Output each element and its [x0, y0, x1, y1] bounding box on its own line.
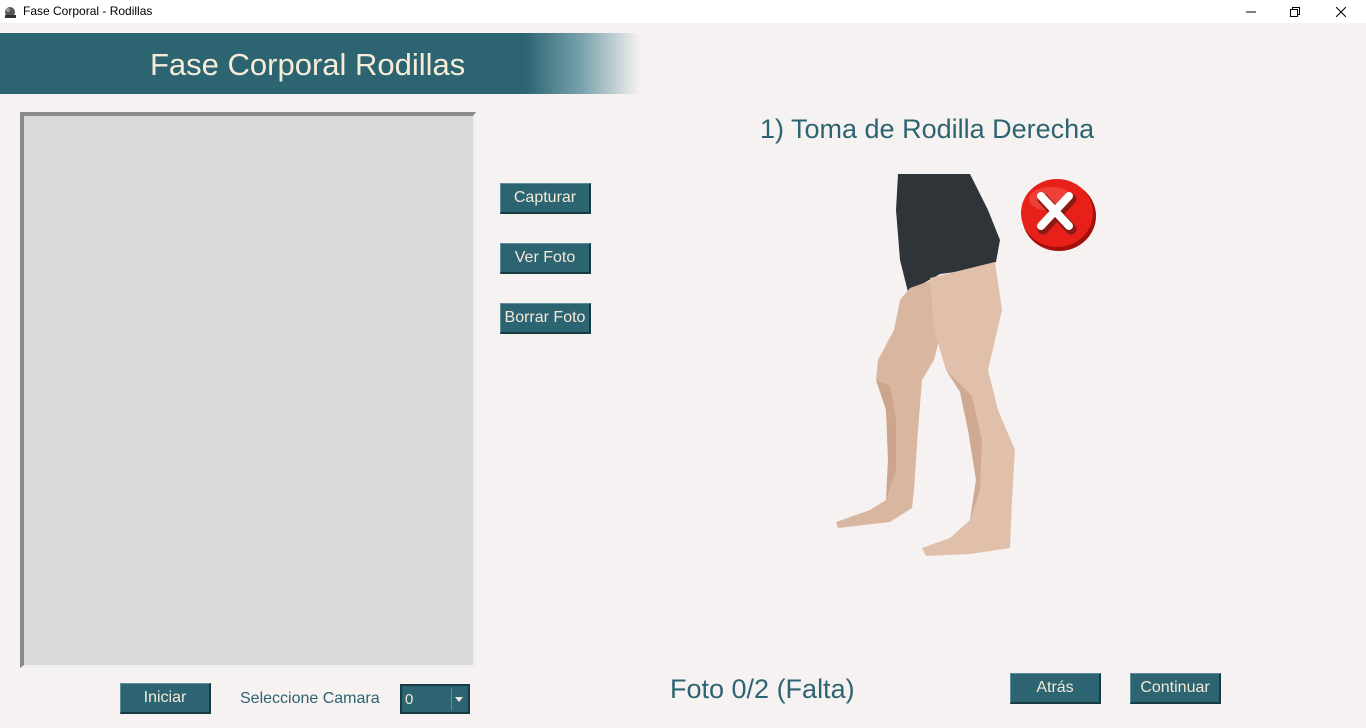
step-title: 1) Toma de Rodilla Derecha [760, 114, 1095, 144]
camera-select[interactable]: 0 [400, 684, 470, 714]
view-photo-button[interactable]: Ver Foto [500, 243, 591, 274]
page-title: Fase Corporal Rodillas [150, 47, 466, 82]
window-title: Fase Corporal - Rodillas [23, 4, 153, 18]
capture-button[interactable]: Capturar [500, 183, 591, 214]
knee-reference-figure [836, 174, 1015, 556]
start-camera-button[interactable]: Iniciar [120, 683, 211, 714]
photo-status: Foto 0/2 (Falta) [670, 674, 855, 704]
close-button[interactable] [1318, 0, 1364, 23]
app-icon [5, 7, 16, 18]
back-button[interactable]: Atrás [1010, 673, 1101, 704]
chevron-down-icon[interactable] [451, 688, 466, 710]
error-x-icon [1021, 179, 1096, 251]
minimize-icon [1246, 11, 1256, 12]
restore-button[interactable] [1272, 0, 1318, 23]
close-icon [1336, 6, 1346, 17]
camera-select-value: 0 [405, 691, 414, 708]
camera-preview [20, 112, 476, 668]
continue-button[interactable]: Continuar [1130, 673, 1221, 704]
camera-select-label: Seleccione Camara [240, 690, 380, 707]
minimize-button[interactable] [1228, 0, 1274, 23]
window-titlebar: Fase Corporal - Rodillas [0, 0, 1366, 23]
delete-photo-button[interactable]: Borrar Foto [500, 303, 591, 334]
restore-icon [1290, 6, 1300, 17]
